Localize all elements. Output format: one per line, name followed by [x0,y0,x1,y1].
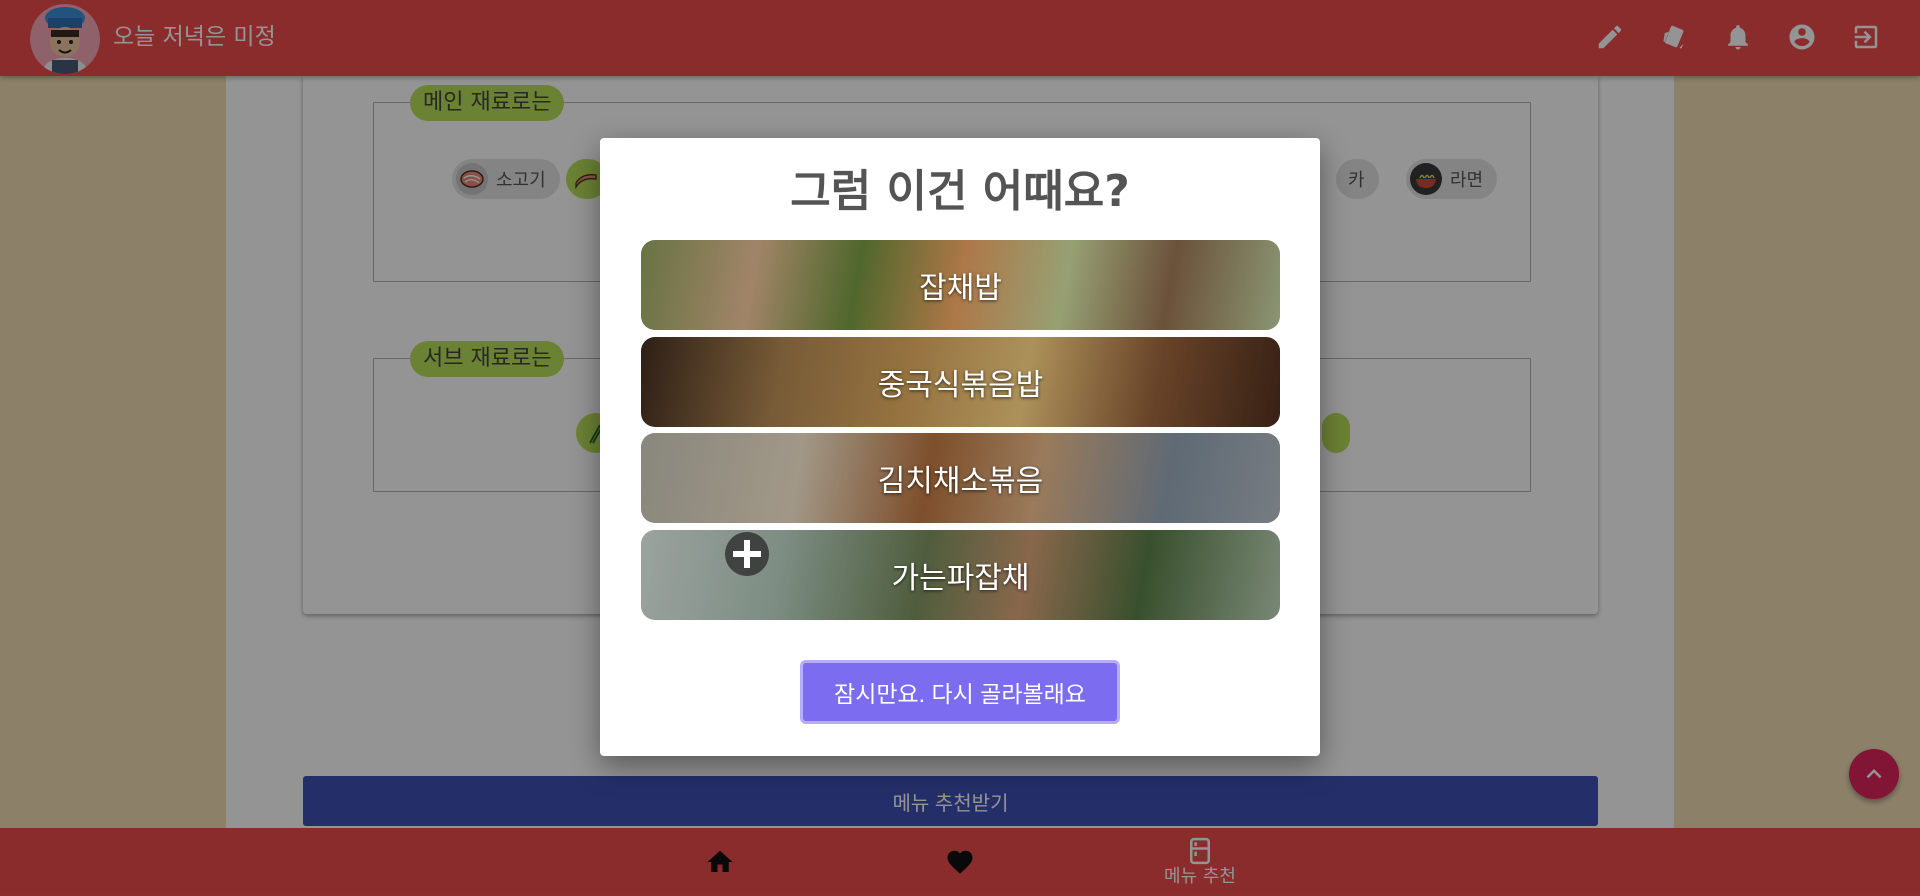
dialog-title: 그럼 이건 어때요? [790,166,1130,217]
recommendation-dialog: 그럼 이건 어때요? 잡채밥 중국식볶음밥 김치채소볶음 가는파잡채 잠시만요.… [600,138,1320,756]
menu-option[interactable]: 김치채소볶음 [641,433,1280,523]
retry-button[interactable]: 잠시만요. 다시 골라볼래요 [800,660,1120,724]
menu-option-label: 가는파잡채 [891,562,1030,595]
plus-icon [725,532,769,576]
menu-option[interactable]: 중국식볶음밥 [641,337,1280,427]
menu-option-label: 중국식볶음밥 [877,369,1044,402]
menu-option[interactable]: 잡채밥 [641,240,1280,330]
menu-option[interactable]: 가는파잡채 [641,530,1280,620]
menu-option-label: 잡채밥 [919,272,1002,305]
menu-option-label: 김치채소볶음 [877,465,1044,498]
